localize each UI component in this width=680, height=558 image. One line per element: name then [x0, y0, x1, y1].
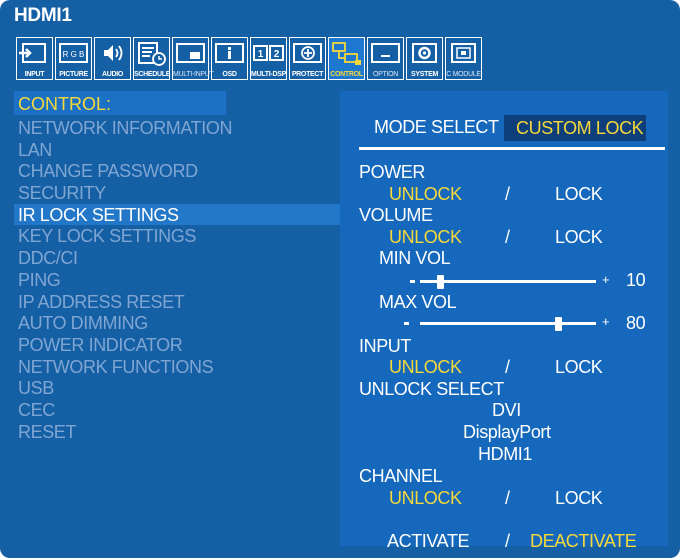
toolbar-label: AUDIO	[101, 71, 124, 78]
menu-item-network-information[interactable]: NETWORK INFORMATION	[18, 118, 232, 140]
volume-separator: /	[505, 227, 510, 247]
menu-item-usb[interactable]: USB	[18, 378, 232, 400]
toolbar-protect[interactable]: PROTECT	[289, 37, 326, 80]
picture-rgb-icon: R G B	[59, 43, 88, 63]
window-title: HDMI1	[14, 5, 72, 26]
max-vol-label: MAX VOL	[379, 292, 457, 312]
toolbar-label: OPTION	[372, 71, 399, 78]
option-icon	[371, 43, 400, 63]
menu-item-change-password[interactable]: CHANGE PASSWORD	[18, 161, 232, 183]
channel-unlock-option[interactable]: UNLOCK	[389, 488, 462, 509]
max-vol-plus[interactable]: +	[602, 314, 610, 329]
svg-text:1: 1	[258, 49, 264, 60]
channel-lock-option[interactable]: LOCK	[555, 488, 603, 509]
menu-item-key-lock-settings[interactable]: KEY LOCK SETTINGS	[18, 226, 232, 248]
menu-header: CONTROL:	[18, 94, 112, 114]
toolbar-multi-input[interactable]: MULTI-INPUT	[172, 37, 214, 80]
toolbar-label: PROTECT	[291, 71, 324, 78]
toolbar-picture[interactable]: R G B PICTURE	[55, 37, 92, 80]
toolbar-c-module[interactable]: C MODULE	[445, 37, 482, 80]
cmodule-icon	[451, 43, 476, 63]
toolbar-multi-dsp[interactable]: 1 2 MULTI-DSP	[250, 37, 287, 80]
menu-item-reset[interactable]: RESET	[18, 422, 232, 444]
min-vol-slider-track[interactable]	[420, 280, 596, 283]
info-icon	[215, 43, 244, 63]
unlock-select-label: UNLOCK SELECT	[359, 379, 504, 399]
menu-item-security[interactable]: SECURITY	[18, 183, 232, 205]
divider	[359, 147, 665, 150]
max-vol-slider-track[interactable]	[420, 322, 596, 325]
toolbar-label: C MODULE	[446, 71, 481, 78]
toolbar-audio[interactable]: AUDIO	[94, 37, 131, 80]
toolbar-label: INPUT	[24, 71, 45, 78]
min-vol-minus[interactable]	[410, 280, 415, 283]
toolbar-label: MULTI-INPUT	[173, 71, 214, 78]
channel-separator: /	[505, 488, 510, 508]
multi-display-icon: 1 2	[253, 45, 284, 61]
toolbar-control[interactable]: CONTROL	[328, 37, 365, 80]
speaker-icon	[104, 45, 123, 61]
max-vol-minus[interactable]	[404, 322, 409, 325]
unlock-select-option-displayport[interactable]: DisplayPort	[463, 422, 551, 443]
menu-item-cec[interactable]: CEC	[18, 400, 232, 422]
power-lock-option[interactable]: LOCK	[555, 184, 603, 205]
svg-text:2: 2	[274, 49, 280, 60]
toolbar-label: CONTROL	[330, 71, 363, 78]
menu-item-ip-address-reset[interactable]: IP ADDRESS RESET	[18, 292, 232, 314]
protect-plus-icon	[293, 43, 322, 63]
input-unlock-option[interactable]: UNLOCK	[389, 357, 462, 378]
power-separator: /	[505, 184, 510, 204]
activate-button[interactable]: ACTIVATE	[387, 531, 470, 552]
power-label: POWER	[359, 162, 426, 182]
mode-select-label: MODE SELECT	[374, 117, 499, 137]
input-lock-option[interactable]: LOCK	[555, 357, 603, 378]
schedule-icon	[138, 42, 166, 66]
mode-select-value[interactable]: CUSTOM LOCK	[504, 115, 646, 141]
input-label: INPUT	[359, 336, 412, 356]
min-vol-slider-knob[interactable]	[436, 275, 444, 289]
input-icon	[19, 43, 46, 63]
category-toolbar: INPUT R G B PICTURE AUDIO SCHEDULE MULTI…	[16, 37, 484, 82]
menu-item-auto-dimming[interactable]: AUTO DIMMING	[18, 313, 232, 335]
toolbar-schedule[interactable]: SCHEDULE	[133, 37, 170, 80]
toolbar-system[interactable]: SYSTEM	[406, 37, 443, 80]
max-vol-value: 80	[626, 313, 646, 333]
toolbar-option[interactable]: OPTION	[367, 37, 404, 80]
max-vol-slider-knob[interactable]	[555, 317, 563, 331]
menu-item-ping[interactable]: PING	[18, 270, 232, 292]
toolbar-label: PICTURE	[59, 71, 88, 78]
unlock-select-option-hdmi1[interactable]: HDMI1	[478, 444, 532, 465]
control-menu: NETWORK INFORMATION LAN CHANGE PASSWORD …	[18, 118, 232, 443]
toolbar-label: MULTI-DSP	[251, 71, 286, 78]
svg-text:R G B: R G B	[63, 50, 85, 59]
toolbar-label: SCHEDULE	[134, 71, 171, 78]
volume-unlock-option[interactable]: UNLOCK	[389, 227, 462, 248]
menu-item-ddc-ci[interactable]: DDC/CI	[18, 248, 232, 270]
unlock-select-option-dvi[interactable]: DVI	[492, 400, 521, 421]
min-vol-value: 10	[626, 270, 646, 290]
menu-item-ir-lock-settings[interactable]: IR LOCK SETTINGS	[18, 205, 232, 227]
volume-lock-option[interactable]: LOCK	[555, 227, 603, 248]
footer-separator: /	[505, 531, 510, 551]
min-vol-label: MIN VOL	[379, 248, 451, 268]
menu-item-power-indicator[interactable]: POWER INDICATOR	[18, 335, 232, 357]
deactivate-button[interactable]: DEACTIVATE	[530, 531, 637, 552]
system-icon	[412, 43, 437, 63]
multi-input-icon	[176, 43, 205, 63]
channel-label: CHANNEL	[359, 466, 443, 486]
min-vol-plus[interactable]: +	[602, 272, 610, 287]
input-separator: /	[505, 357, 510, 377]
toolbar-label: SYSTEM	[411, 71, 438, 78]
volume-label: VOLUME	[359, 205, 433, 225]
toolbar-input[interactable]: INPUT	[16, 37, 53, 80]
osd-window: HDMI1 INPUT R G B PICTURE AUDIO SCHEDULE…	[0, 0, 680, 558]
power-unlock-option[interactable]: UNLOCK	[389, 184, 462, 205]
toolbar-osd[interactable]: OSD	[211, 37, 248, 80]
toolbar-label: OSD	[222, 71, 237, 78]
menu-item-network-functions[interactable]: NETWORK FUNCTIONS	[18, 357, 232, 379]
control-icon	[332, 42, 361, 65]
menu-item-lan[interactable]: LAN	[18, 140, 232, 162]
